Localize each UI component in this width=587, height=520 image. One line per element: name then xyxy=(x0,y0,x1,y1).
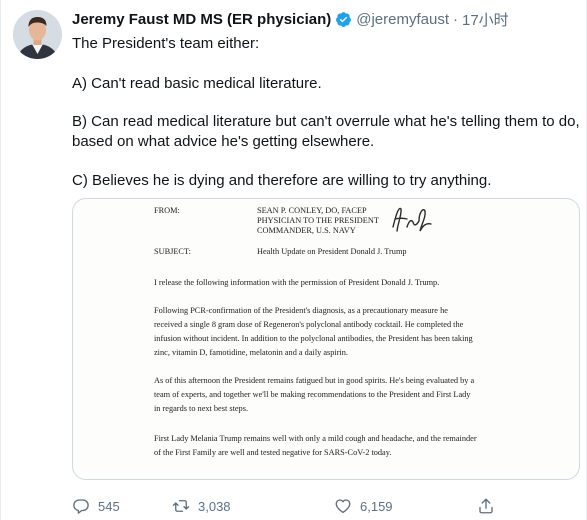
signature-image xyxy=(392,207,432,232)
avatar-image xyxy=(13,10,62,59)
memo-image[interactable]: FROM: SEAN P. CONLEY, DO, FACEP PHYSICIA… xyxy=(72,198,580,480)
memo-paragraph-line: I release the following information with… xyxy=(154,278,440,287)
avatar[interactable] xyxy=(13,10,62,59)
verified-badge-icon xyxy=(336,11,352,27)
share-icon xyxy=(479,498,493,514)
memo-paragraph-line: received a single 8 gram dose of Regener… xyxy=(154,320,464,329)
handle[interactable]: @jeremyfaust xyxy=(356,11,449,28)
tweet-line: The President's team either: xyxy=(72,35,260,52)
memo-paragraph-line: As of this afternoon the President remai… xyxy=(154,376,475,385)
like-icon xyxy=(335,499,351,514)
memo-paragraph-line: in regards to next best steps. xyxy=(154,404,249,413)
reply-icon xyxy=(73,499,89,514)
like-button[interactable]: 6,159 xyxy=(334,496,393,516)
tweet-line: B) Can read medical literature but can't… xyxy=(72,113,580,130)
memo-paragraph-line: First Lady Melania Trump remains well wi… xyxy=(154,434,477,443)
separator-dot: · xyxy=(453,10,458,28)
tweet-line: A) Can't read basic medical literature. xyxy=(72,75,322,92)
memo-paragraph-line: Following PCR-confirmation of the Presid… xyxy=(154,306,448,315)
memo-paragraph-line: team of experts, and together we'll be m… xyxy=(154,390,471,399)
memo-subject-label: SUBJECT: xyxy=(154,247,191,256)
memo-paragraph-line: zinc, vitamin D, famotidine, melatonin a… xyxy=(154,348,349,357)
tweet-header: Jeremy Faust MD MS (ER physician) @jerem… xyxy=(72,8,509,30)
retweet-count: 3,038 xyxy=(198,498,231,514)
display-name[interactable]: Jeremy Faust MD MS (ER physician) xyxy=(72,11,331,28)
reply-button[interactable]: 545 xyxy=(72,496,120,516)
memo-from-line: COMMANDER, U.S. NAVY xyxy=(257,226,356,235)
tweet-line: C) Believes he is dying and therefore ar… xyxy=(72,172,492,189)
reply-count: 545 xyxy=(98,498,120,514)
retweet-icon xyxy=(172,500,190,512)
memo-from-label: FROM: xyxy=(154,206,180,215)
tweet: Jeremy Faust MD MS (ER physician) @jerem… xyxy=(0,0,587,520)
memo-paragraph-line: infusion without incident. In addition t… xyxy=(154,334,473,343)
memo-subject-value: Health Update on President Donald J. Tru… xyxy=(257,247,407,256)
share-button[interactable] xyxy=(477,496,503,516)
memo-paragraph-line: of the First Family are well and tested … xyxy=(154,448,392,457)
timestamp[interactable]: 17小时 xyxy=(462,9,509,30)
retweet-button[interactable]: 3,038 xyxy=(172,496,231,516)
like-count: 6,159 xyxy=(360,498,393,514)
tweet-actions: 545 3,038 6,159 xyxy=(72,496,572,516)
tweet-line: based on what advice he's getting elsewh… xyxy=(72,133,375,150)
